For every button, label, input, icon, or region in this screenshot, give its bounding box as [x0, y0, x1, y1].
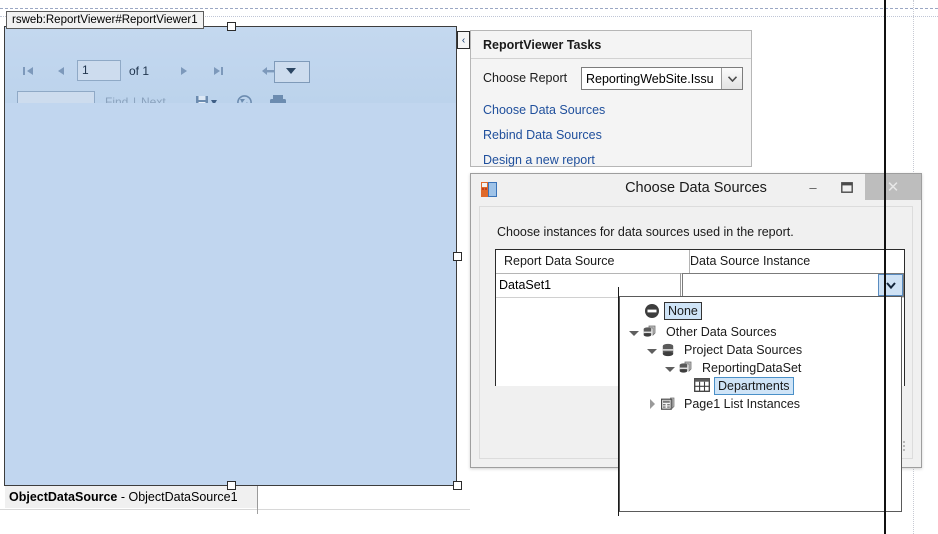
link-choose-data-sources[interactable]: Choose Data Sources: [483, 103, 605, 117]
dialog-titlebar[interactable]: Choose Data Sources – ✕: [471, 174, 921, 206]
selection-handle-right-middle[interactable]: [453, 252, 462, 261]
maximize-button[interactable]: [831, 174, 863, 200]
object-data-source-id: - ObjectDataSource1: [117, 490, 238, 504]
data-sources-icon: [642, 324, 658, 340]
grid-header-row: Report Data Source Data Source Instance: [496, 250, 904, 274]
dialog-instruction: Choose instances for data sources used i…: [497, 225, 794, 239]
tree-item-none[interactable]: None: [644, 302, 702, 320]
minimize-button[interactable]: –: [797, 174, 829, 200]
designer-vertical-ruler-line: [884, 0, 886, 534]
chevron-down-icon: [885, 281, 896, 289]
tree-item-reportingdataset[interactable]: ReportingDataSet: [664, 359, 804, 377]
choose-report-value: ReportingWebSite.Issu: [586, 72, 714, 86]
selection-handle-bottom[interactable]: [227, 481, 236, 490]
dataset-icon: [678, 360, 694, 376]
next-page-icon[interactable]: [173, 60, 195, 82]
dropdown-scrollbar[interactable]: [884, 297, 901, 511]
tree-item-departments[interactable]: Departments: [694, 377, 794, 395]
link-rebind-data-sources[interactable]: Rebind Data Sources: [483, 128, 602, 142]
none-forbidden-icon: [644, 303, 660, 319]
grid-header-report-data-source: Report Data Source: [496, 250, 690, 273]
first-page-icon[interactable]: [17, 60, 39, 82]
tree-item-label: None: [664, 302, 702, 320]
selection-handle-top[interactable]: [227, 22, 236, 31]
tree-item-project-data-sources[interactable]: Project Data Sources: [646, 341, 805, 359]
data-source-instance-dropdown-button[interactable]: [878, 274, 903, 296]
choose-report-combobox[interactable]: ReportingWebSite.Issu: [581, 67, 743, 90]
tasks-panel-title: ReportViewer Tasks: [483, 38, 602, 52]
page-total-label: of 1: [129, 64, 150, 78]
tree-item-label: Page1 List Instances: [684, 397, 801, 411]
tree-item-other-data-sources[interactable]: Other Data Sources: [628, 323, 779, 341]
designer-row-divider: [0, 509, 470, 510]
selection-handle-bottom-right[interactable]: [453, 481, 462, 490]
dropdown-left-edge-line: [618, 287, 619, 516]
designer-guide-top: [0, 8, 938, 9]
tree-item-label: Project Data Sources: [684, 343, 803, 357]
smart-tag-chevron-icon[interactable]: ‹: [457, 31, 470, 49]
previous-page-icon[interactable]: [49, 60, 71, 82]
grid-header-data-source-instance: Data Source Instance: [690, 254, 811, 268]
zoom-select[interactable]: [274, 61, 310, 83]
close-button[interactable]: ✕: [865, 174, 921, 200]
expander-open-icon[interactable]: [628, 326, 640, 338]
object-data-source-type: ObjectDataSource: [9, 490, 118, 504]
report-viewer-control[interactable]: 1 of 1 Find | Next: [4, 26, 457, 486]
tree-item-page1-list-instances[interactable]: Page1 List Instances: [646, 395, 803, 413]
control-tag-label[interactable]: rsweb:ReportViewer#ReportViewer1: [6, 11, 204, 29]
reportviewer-tasks-panel: ReportViewer Tasks Choose Report Reporti…: [470, 30, 752, 167]
expander-closed-icon[interactable]: [646, 398, 658, 410]
page-number-value: 1: [82, 63, 89, 77]
link-design-new-report[interactable]: Design a new report: [483, 153, 595, 167]
page-list-icon: [660, 396, 676, 412]
table-row[interactable]: DataSet1: [496, 273, 904, 298]
tree-item-label: ReportingDataSet: [702, 361, 802, 375]
cell-report-data-source: DataSet1: [496, 273, 681, 297]
report-viewer-body: [5, 103, 456, 485]
object-data-source-label: ObjectDataSource - ObjectDataSource1: [9, 487, 238, 507]
report-viewer-toolbar: 1 of 1 Find | Next: [5, 27, 456, 112]
tree-item-label: Departments: [714, 377, 794, 395]
choose-report-dropdown-button[interactable]: [721, 68, 742, 89]
choose-report-label: Choose Report: [483, 71, 568, 85]
expander-open-icon[interactable]: [646, 344, 658, 356]
expander-open-icon[interactable]: [664, 362, 676, 374]
cell-data-source-instance-combobox[interactable]: [682, 273, 904, 297]
table-grid-icon: [694, 378, 710, 394]
tree-item-label: Other Data Sources: [666, 325, 777, 339]
data-source-instance-dropdown-list[interactable]: None Other Data Sources Project Data Sou…: [619, 296, 902, 512]
tasks-panel-body: Choose Report ReportingWebSite.Issu Choo…: [471, 59, 751, 167]
database-icon: [660, 342, 676, 358]
chevron-down-icon: [286, 68, 296, 74]
chevron-down-icon: [727, 75, 737, 82]
last-page-icon[interactable]: [207, 60, 229, 82]
